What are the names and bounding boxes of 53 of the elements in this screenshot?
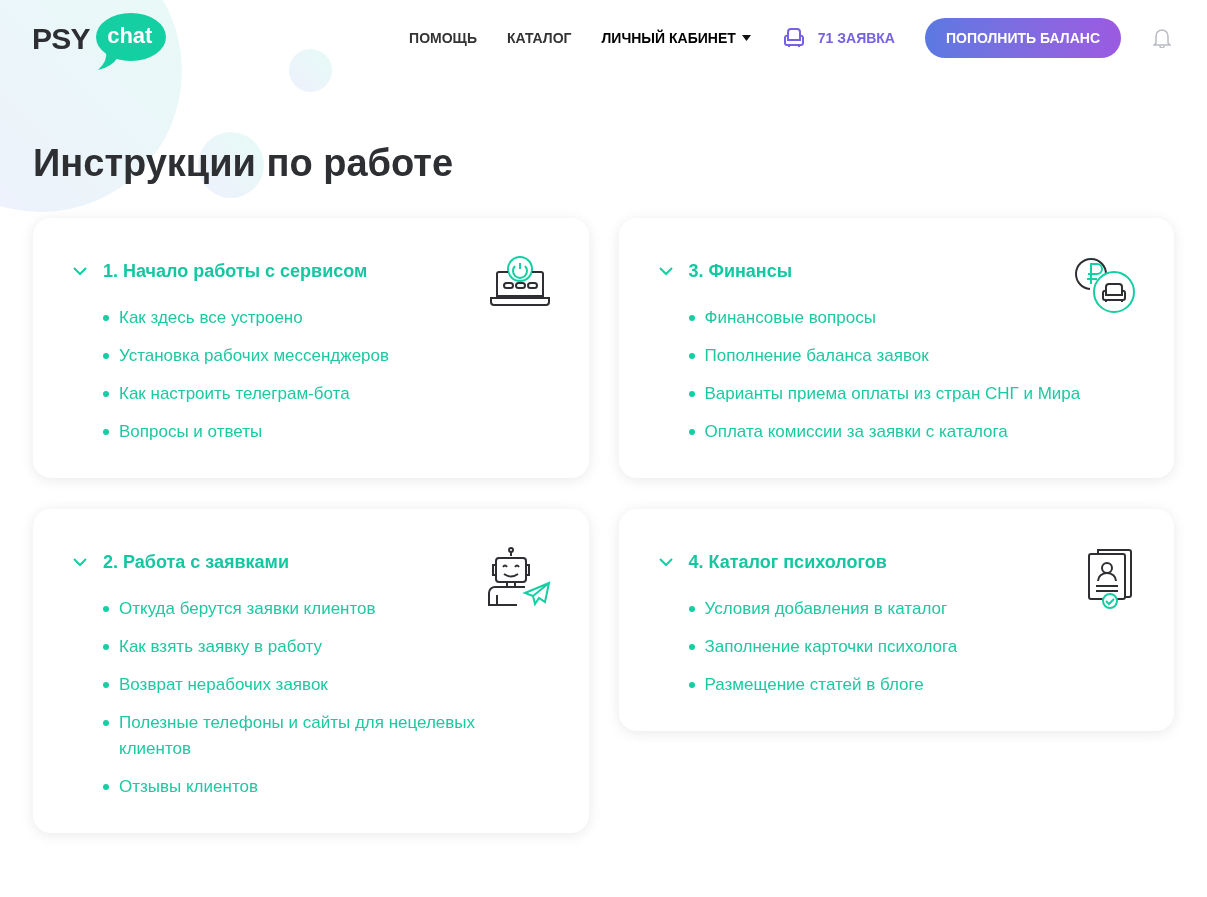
- nav-link[interactable]: ЛИЧНЫЙ КАБИНЕТ: [601, 27, 751, 49]
- instruction-link[interactable]: Варианты приема оплаты из стран СНГ и Мира: [704, 381, 1081, 407]
- bullet-icon: [688, 682, 695, 688]
- bullet-icon: [688, 606, 695, 612]
- instruction-link[interactable]: Возврат нерабочих заявок: [119, 672, 328, 698]
- caret-icon: [741, 35, 751, 41]
- instruction-link[interactable]: Условия добавления в каталог: [704, 596, 948, 622]
- instruction-link[interactable]: Как настроить телеграм-бота: [119, 381, 350, 407]
- robot-icon: [486, 547, 551, 607]
- nav-link[interactable]: КАТАЛОГ: [506, 27, 572, 49]
- section-header[interactable]: 1. Начало работы с сервисом: [73, 259, 559, 283]
- instruction-link[interactable]: Полезные телефоны и сайты для нецелевых клиентов: [119, 710, 519, 762]
- bullet-icon: [103, 682, 109, 688]
- section-header[interactable]: 4. Каталог психологов: [658, 550, 1144, 574]
- bullet-icon: [688, 391, 695, 397]
- instruction-link[interactable]: Как взять заявку в работу: [119, 634, 323, 660]
- top-up-button[interactable]: ПОПОЛНИТЬ БАЛАНС: [924, 18, 1121, 58]
- instruction-link[interactable]: Откуда берутся заявки клиентов: [119, 596, 376, 622]
- laptop-icon: [488, 256, 551, 308]
- chevron-icon: [658, 557, 673, 567]
- instruction-link[interactable]: Размещение статей в блоге: [704, 672, 924, 698]
- bullet-icon: [688, 429, 695, 435]
- bullet-icon: [688, 644, 695, 650]
- instruction-link[interactable]: Пополнение баланса заявок: [704, 343, 929, 369]
- requests-link[interactable]: 71 ЗАЯВКА: [782, 27, 895, 49]
- bullet-icon: [103, 391, 109, 397]
- bullet-icon: [103, 720, 109, 726]
- section-header[interactable]: 3. Финансы: [658, 259, 1144, 283]
- bullet-icon: [688, 353, 695, 359]
- chevron-icon: [73, 557, 87, 567]
- instruction-link[interactable]: Установка рабочих мессенджеров: [119, 343, 390, 369]
- instruction-link[interactable]: Оплата комиссии за заявки с каталога: [704, 419, 1008, 445]
- chevron-icon: [73, 266, 87, 276]
- bullet-icon: [103, 784, 109, 790]
- armchair-icon: [782, 27, 805, 49]
- bullet-icon: [103, 353, 109, 359]
- bullet-icon: [103, 315, 109, 321]
- bullet-icon: [103, 606, 109, 612]
- logo-text: PSY: [32, 20, 90, 57]
- bullet-icon: [103, 429, 109, 435]
- bullet-icon: [103, 644, 109, 650]
- page-title: Инструкции по работе: [33, 141, 454, 186]
- instruction-link[interactable]: Как здесь все устроено: [119, 305, 303, 331]
- instruction-link[interactable]: Финансовые вопросы: [704, 305, 876, 331]
- chevron-icon: [658, 266, 673, 276]
- bell-icon[interactable]: [1153, 28, 1171, 48]
- instruction-link[interactable]: Заполнение карточки психолога: [704, 634, 958, 660]
- instruction-link[interactable]: Отзывы клиентов: [119, 774, 258, 800]
- instruction-link[interactable]: Вопросы и ответы: [119, 419, 263, 445]
- nav-link[interactable]: ПОМОЩЬ: [409, 27, 477, 49]
- ruble-armchair-icon: [1072, 256, 1136, 316]
- bullet-icon: [688, 315, 695, 321]
- section-header[interactable]: 2. Работа с заявками: [73, 550, 559, 574]
